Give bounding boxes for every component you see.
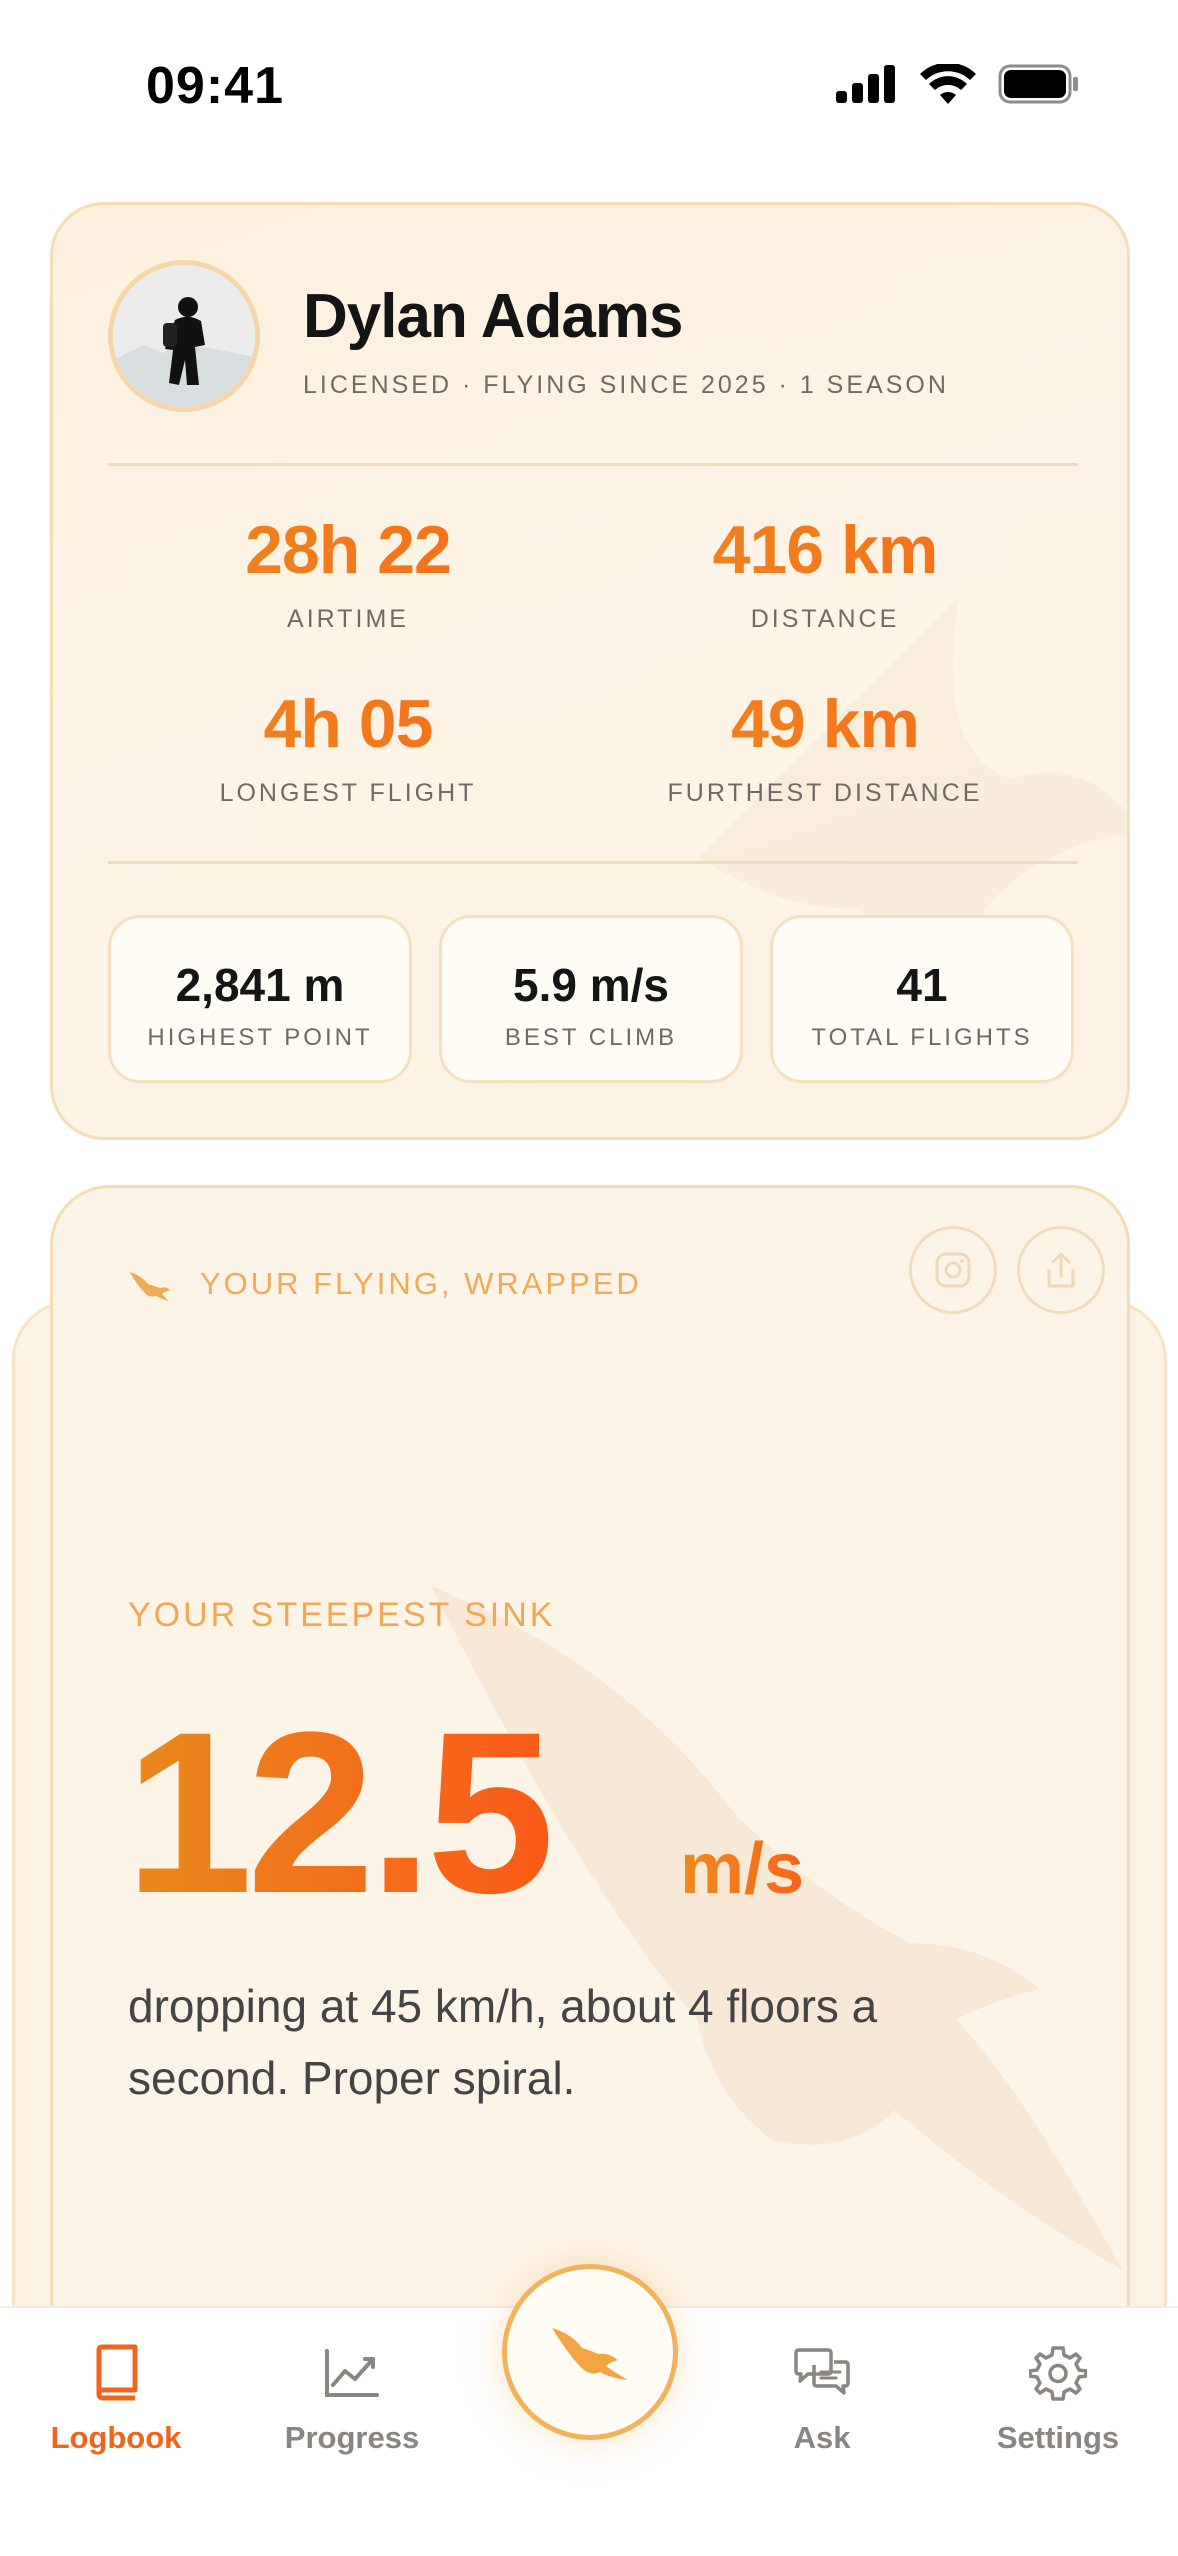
mini-stat-total-flights: 41 TOTAL FLIGHTS (770, 915, 1074, 1083)
sink-description: dropping at 45 km/h, about 4 floors a se… (128, 1980, 878, 2104)
tab-icon-wrap (16, 2338, 216, 2408)
avatar[interactable] (108, 260, 260, 412)
divider (108, 861, 1078, 864)
tab-ask[interactable]: Ask (722, 2338, 922, 2456)
sink-label: YOUR STEEPEST SINK (128, 1596, 556, 1634)
divider (108, 463, 1078, 466)
tab-label: Logbook (50, 2420, 182, 2455)
stat-value: 4h 05 (118, 685, 578, 763)
wifi-icon (920, 64, 976, 104)
center-action-button[interactable] (502, 2264, 678, 2440)
bird-icon (130, 1272, 170, 1301)
tab-label: Settings (996, 2420, 1120, 2455)
wrapped-header: YOUR FLYING, WRAPPED (128, 1266, 642, 1302)
mini-stat-highest-point: 2,841 m HIGHEST POINT (108, 915, 412, 1083)
share-icon (1047, 1252, 1075, 1288)
bird-icon (552, 2328, 628, 2380)
stat-label: LONGEST FLIGHT (219, 779, 477, 807)
mini-stat-label: TOTAL FLIGHTS (811, 1024, 1033, 1051)
signal-icon (836, 65, 895, 103)
stat-furthest-distance: 49 km FURTHEST DISTANCE (595, 685, 1055, 808)
sink-value: 12.5 (125, 1684, 555, 1941)
tab-settings[interactable]: Settings (958, 2338, 1158, 2456)
wrapped-title: YOUR FLYING, WRAPPED (200, 1266, 642, 1301)
stat-value: 49 km (595, 685, 1055, 763)
stat-label: FURTHEST DISTANCE (667, 779, 983, 807)
tab-icon-wrap (722, 2338, 922, 2408)
instagram-icon (935, 1252, 971, 1288)
screen: 09:41 Dylan Adams LICENSED · FLYING SINC… (0, 0, 1178, 2556)
stat-distance: 416 km DISTANCE (595, 511, 1055, 634)
tab-icon-wrap (958, 2338, 1158, 2408)
profile-card: Dylan Adams LICENSED · FLYING SINCE 2025… (50, 202, 1130, 1140)
battery-icon (998, 64, 1078, 104)
stat-value: 28h 22 (118, 511, 578, 589)
sink-unit: m/s (680, 1829, 805, 1909)
mini-stat-value: 2,841 m (175, 959, 345, 1011)
profile-subtitle: LICENSED · FLYING SINCE 2025 · 1 SEASON (303, 371, 949, 399)
avatar-photo-icon (113, 265, 255, 407)
stat-airtime: 28h 22 AIRTIME (118, 511, 578, 634)
status-time: 09:41 (146, 57, 284, 115)
chat-icon (794, 2348, 850, 2395)
share-button[interactable] (1017, 1226, 1105, 1314)
instagram-button[interactable] (909, 1226, 997, 1314)
stat-longest-flight: 4h 05 LONGEST FLIGHT (118, 685, 578, 808)
profile-name: Dylan Adams (303, 282, 683, 351)
mini-stat-value: 41 (896, 959, 948, 1011)
tab-logbook[interactable]: Logbook (16, 2338, 216, 2456)
status-bar: 09:41 (0, 0, 1178, 150)
chart-icon (325, 2349, 379, 2397)
tab-label: Ask (793, 2420, 851, 2455)
mini-stat-label: BEST CLIMB (504, 1024, 678, 1051)
tab-progress[interactable]: Progress (252, 2338, 452, 2456)
gear-icon (1029, 2346, 1087, 2401)
mini-stat-value: 5.9 m/s (513, 959, 669, 1011)
tab-icon-wrap (252, 2338, 452, 2408)
tab-label: Progress (284, 2420, 420, 2455)
stat-label: DISTANCE (750, 605, 900, 633)
status-icons (836, 64, 1080, 104)
stat-label: AIRTIME (287, 605, 409, 633)
book-icon (96, 2344, 138, 2401)
mini-stat-label: HIGHEST POINT (147, 1024, 373, 1051)
mini-stat-best-climb: 5.9 m/s BEST CLIMB (439, 915, 743, 1083)
stat-value: 416 km (595, 511, 1055, 589)
